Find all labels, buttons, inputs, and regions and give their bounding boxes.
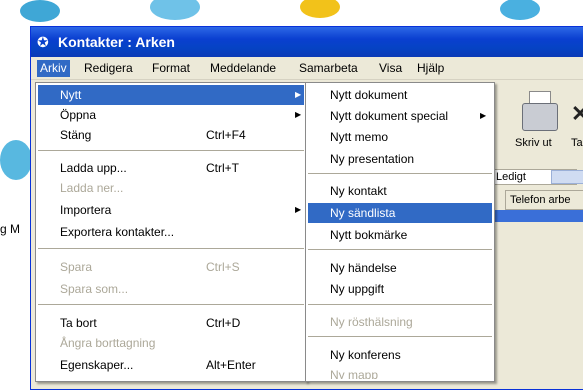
menu-item-ladda-upp[interactable]: Ladda upp... Ctrl+T [38,158,304,178]
menu-item-exportera[interactable]: Exportera kontakter... [38,222,304,242]
menu-item-label: Stäng [60,128,92,142]
menu-separator [308,336,492,337]
menu-format[interactable]: Format [149,60,193,77]
menu-item-label: Ny mapp [330,368,379,379]
menu-separator [38,150,304,151]
menu-item-label: Ny händelse [330,261,397,275]
list-header-strip [493,210,583,222]
status-field [551,170,583,184]
submenu-item-nytt-dokument[interactable]: Nytt dokument [308,85,492,105]
background-fragment: g M [0,222,21,236]
menu-item-label: Nytt dokument special [330,109,449,123]
menu-item-egenskaper[interactable]: Egenskaper... Alt+Enter [38,355,304,375]
menu-item-label: Ny uppgift [330,282,385,296]
print-button[interactable]: Skriv ut [513,89,565,155]
menu-item-label: Nytt memo [330,130,389,144]
decor-blob [500,0,540,20]
close-x-icon: ✕ [571,101,583,126]
title-bar[interactable]: ✪ Kontakter : Arken [31,27,583,57]
submenu-arrow-icon: ▶ [295,90,302,99]
menu-item-label: Ny rösthälsning [330,315,413,329]
menu-bar: Arkiv Redigera Format Meddelande Samarbe… [31,57,583,80]
submenu-arrow-icon: ▶ [295,205,302,214]
submenu-item-nytt-memo[interactable]: Nytt memo [308,127,492,147]
menu-item-label: Nytt [60,88,82,102]
menu-arkiv[interactable]: Arkiv [37,60,70,77]
menu-item-ladda-ner: Ladda ner... [38,178,304,198]
menu-item-label: Spara [60,260,93,274]
menu-item-label: Importera [60,203,112,217]
decor-blob [20,0,60,22]
menu-item-label: Ny kontakt [330,184,387,198]
menu-item-oppna[interactable]: Öppna ▶ [38,105,304,125]
menu-item-label: Ny konferens [330,348,401,362]
menu-hjalp[interactable]: Hjälp [414,60,447,77]
menu-item-label: Ladda ner... [60,181,124,195]
submenu-item-ny-sandlista[interactable]: Ny sändlista [308,203,492,223]
menu-item-label: Exportera kontakter... [60,225,175,239]
app-icon: ✪ [37,34,49,50]
submenu-item-ny-rosthalsning: Ny rösthälsning [308,312,492,332]
menu-item-shortcut: Ctrl+T [206,161,239,175]
print-label: Skriv ut [515,137,552,149]
menu-item-nytt[interactable]: Nytt ▶ [38,85,304,105]
menu-item-shortcut: Ctrl+F4 [206,128,246,142]
menu-item-shortcut: Ctrl+S [206,260,240,274]
menu-item-label: Spara som... [60,282,129,296]
menu-item-label: Ta bort [60,316,97,330]
menu-redigera[interactable]: Redigera [81,60,136,77]
menu-visa[interactable]: Visa [376,60,405,77]
menu-item-shortcut: Ctrl+D [206,316,241,330]
menu-separator [308,304,492,305]
submenu-item-nytt-dokument-special[interactable]: Nytt dokument special ▶ [308,106,492,126]
submenu-item-ny-kontakt[interactable]: Ny kontakt [308,181,492,201]
menu-item-importera[interactable]: Importera ▶ [38,200,304,220]
decor-blob [300,0,340,18]
menu-item-label: Öppna [60,108,97,122]
menu-meddelande[interactable]: Meddelande [207,60,279,77]
menu-item-spara-som: Spara som... [38,279,304,299]
delete-label: Ta [571,137,583,149]
column-header-phone[interactable]: Telefon arbe [505,190,583,210]
menu-separator [38,304,304,305]
menu-separator [308,249,492,250]
nytt-submenu: Nytt dokument Nytt dokument special ▶ Ny… [305,82,495,382]
submenu-item-ny-mapp: Ny mapp [308,365,492,379]
decor-blob [150,0,200,20]
menu-item-ta-bort[interactable]: Ta bort Ctrl+D [38,313,304,333]
menu-item-angra: Ångra borttagning [38,333,304,353]
menu-item-spara: Spara Ctrl+S [38,257,304,277]
submenu-item-ny-konferens[interactable]: Ny konferens [308,345,492,365]
menu-item-stang[interactable]: Stäng Ctrl+F4 [38,125,304,145]
decor-blob [0,140,32,180]
menu-separator [38,248,304,249]
submenu-arrow-icon: ▶ [295,110,302,119]
submenu-item-ny-presentation[interactable]: Ny presentation [308,149,492,169]
menu-separator [308,173,492,174]
menu-item-shortcut: Alt+Enter [206,358,256,372]
submenu-item-ny-uppgift[interactable]: Ny uppgift [308,279,492,299]
submenu-item-nytt-bokmarke[interactable]: Nytt bokmärke [308,225,492,245]
menu-item-label: Ångra borttagning [60,336,156,350]
submenu-item-ny-handelse[interactable]: Ny händelse [308,258,492,278]
menu-item-label: Egenskaper... [60,358,134,372]
menu-item-label: Ladda upp... [60,161,127,175]
menu-item-label: Nytt dokument [330,88,408,102]
window-title: Kontakter : Arken [58,34,175,50]
arkiv-menu: Nytt ▶ Öppna ▶ Stäng Ctrl+F4 Ladda upp..… [35,82,307,382]
delete-toolbar-button[interactable]: ✕ Ta [569,89,583,155]
menu-item-label: Nytt bokmärke [330,228,408,242]
menu-item-label: Ny sändlista [330,206,396,220]
menu-samarbeta[interactable]: Samarbeta [296,60,361,77]
printer-icon [522,103,558,131]
menu-item-label: Ny presentation [330,152,415,166]
submenu-arrow-icon: ▶ [480,111,487,120]
